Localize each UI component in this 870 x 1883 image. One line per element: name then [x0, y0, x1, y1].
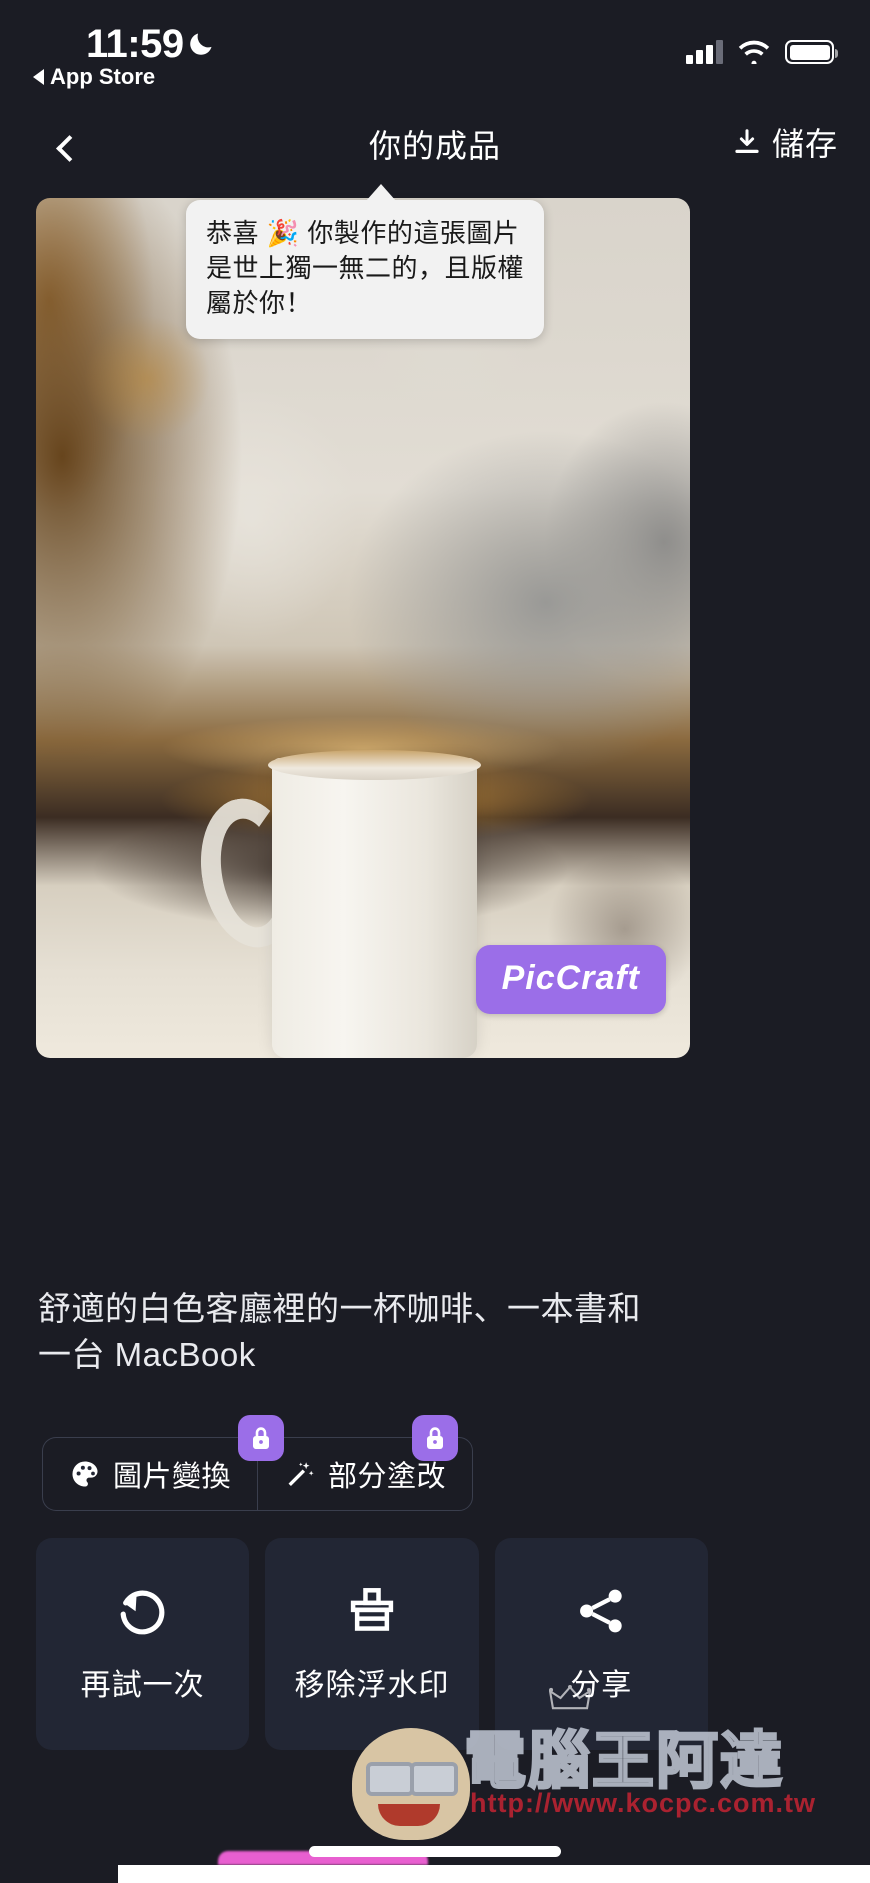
crescent-moon-icon — [190, 33, 212, 55]
status-bar: 11:59 App Store — [0, 0, 870, 105]
remove-watermark-card[interactable]: 移除浮水印 — [265, 1538, 479, 1750]
save-button[interactable]: 儲存 — [732, 119, 838, 165]
tooltip-tail — [366, 184, 396, 201]
stamp-icon — [350, 1588, 394, 1631]
share-icon — [580, 1589, 623, 1633]
bottom-white-strip — [118, 1865, 870, 1883]
share-card[interactable]: 分享 — [494, 1538, 708, 1750]
lock-badge-image-variation — [238, 1415, 284, 1461]
retry-card[interactable]: 再試一次 — [36, 1538, 250, 1750]
site-watermark-url: http://www.kocpc.com.tw — [470, 1788, 817, 1818]
save-button-label: 儲存 — [771, 126, 838, 162]
mug-body-shape — [272, 758, 477, 1058]
status-indicators — [686, 40, 838, 64]
action-cards: 再試一次 移除浮水印 分享 — [36, 1538, 708, 1750]
palette-icon — [72, 1461, 98, 1487]
image-variation-button[interactable]: 圖片變換 — [42, 1437, 258, 1511]
lock-badge-partial-retouch — [412, 1415, 458, 1461]
home-indicator[interactable] — [309, 1846, 561, 1857]
piccraft-watermark: PicCraft — [475, 945, 666, 1014]
mug-rim-shape — [268, 750, 481, 780]
triangle-left-icon — [33, 69, 44, 85]
back-to-app-store-link[interactable]: App Store — [33, 64, 155, 90]
lock-icon — [427, 1427, 443, 1449]
back-to-app-store-label: App Store — [50, 64, 156, 89]
navigation-bar: 你的成品 儲存 — [0, 105, 870, 190]
mascot-mouth — [378, 1804, 440, 1826]
battery-full-icon — [785, 40, 838, 64]
crown-icon — [548, 1684, 591, 1710]
download-icon — [735, 129, 759, 153]
image-variation-label: 圖片變換 — [113, 1461, 232, 1493]
magic-wand-icon — [288, 1462, 314, 1486]
status-time: 11:59 — [86, 22, 184, 66]
remove-watermark-card-label: 移除浮水印 — [294, 1669, 450, 1702]
rotate-ccw-icon — [120, 1590, 165, 1635]
edit-options-group: 圖片變換 部分塗改 — [42, 1415, 474, 1511]
congrats-tooltip-text: 恭喜 🎉 你製作的這張圖片是世上獨一無二的，且版權屬於你！ — [206, 218, 525, 319]
congrats-tooltip: 恭喜 🎉 你製作的這張圖片是世上獨一無二的，且版權屬於你！ — [186, 184, 544, 340]
retry-card-label: 再試一次 — [80, 1669, 205, 1702]
lock-icon — [253, 1427, 269, 1449]
wifi-icon — [738, 40, 770, 64]
image-caption: 舒適的白色客廳裡的一杯咖啡、一本書和一台 MacBook — [38, 1290, 641, 1373]
phone-screen: 11:59 App Store 你的成品 儲存 PicCraft 恭喜 🎉 你製… — [0, 0, 870, 1883]
cellular-signal-icon — [686, 40, 723, 64]
